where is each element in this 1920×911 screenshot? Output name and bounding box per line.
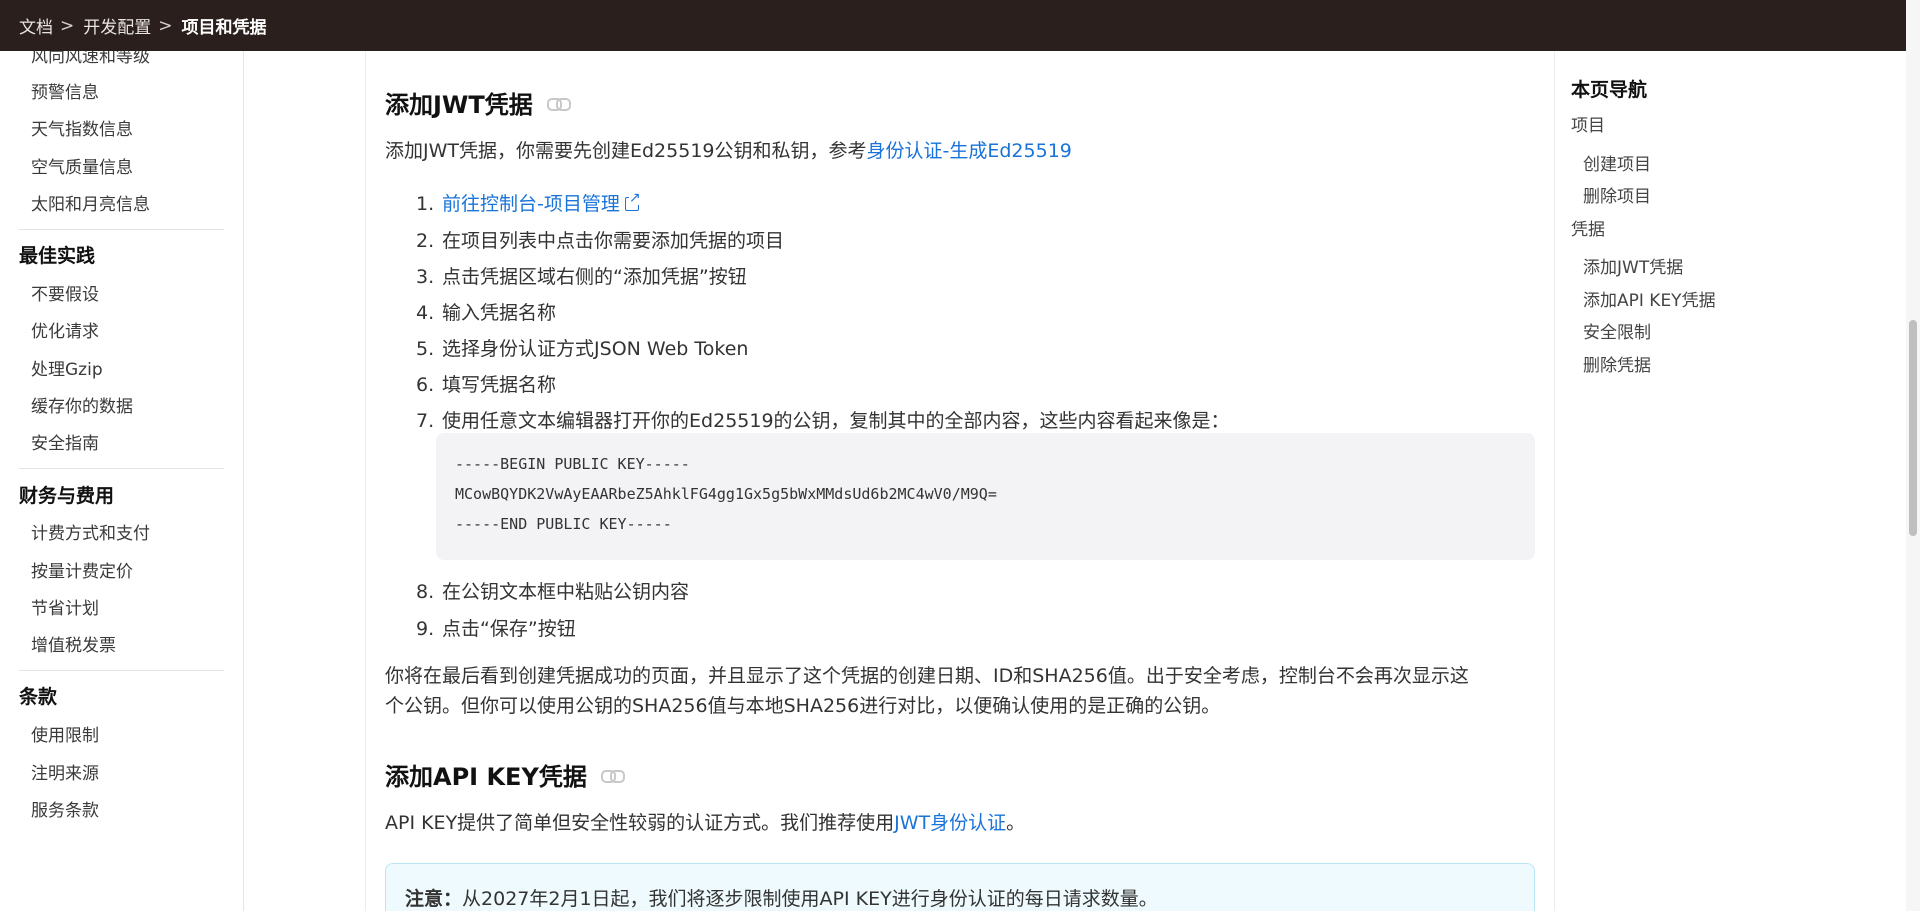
list-item: 6. 填写凭据名称 [416,370,556,397]
sidebar-item-warning[interactable]: 预警信息 [31,78,99,103]
list-item-text: 在公钥文本框中粘贴公钥内容 [442,581,690,603]
sidebar-item-billing[interactable]: 计费方式和支付 [31,519,150,544]
sidebar-group-terms: 条款 [19,686,58,708]
sidebar-item-weather-index[interactable]: 天气指数信息 [31,115,133,140]
jwt-outro-line2: 个公钥。但你可以使用公钥的SHA256值与本地SHA256进行对比，以便确认使用… [385,695,1221,717]
toc-item-delete-project[interactable]: 删除项目 [1583,182,1651,207]
sidebar-item-terms-of-service[interactable]: 服务条款 [31,796,99,821]
list-item: 7. 使用任意文本编辑器打开你的Ed25519的公钥，复制其中的全部内容，这些内… [416,406,1230,433]
heading-text: 添加API KEY凭据 [385,763,587,791]
apikey-intro: API KEY提供了简单但安全性较弱的认证方式。我们推荐使用JWT身份认证。 [385,808,1025,838]
toc-item-delete-credential[interactable]: 删除凭据 [1583,351,1651,376]
sidebar-item-wind[interactable]: 风向风速和等级 [31,51,150,67]
sidebar-divider [19,229,224,230]
list-item: 1. 前往控制台-项目管理 [416,189,641,216]
heading-add-api-key: 添加API KEY凭据 [385,757,625,792]
sidebar-item-pricing[interactable]: 按量计费定价 [31,557,133,582]
list-number: 2. [416,230,435,252]
list-number: 1. [416,193,435,215]
list-number: 7. [416,410,435,432]
sidebar-divider [19,670,224,671]
heading-text: 添加JWT凭据 [385,91,533,119]
scrollbar-thumb[interactable] [1909,320,1917,536]
sidebar-group-best-practices: 最佳实践 [19,245,96,267]
sidebar-group-finance: 财务与费用 [19,485,115,507]
page-scrollbar[interactable] [1906,0,1920,911]
list-item: 3. 点击凭据区域右侧的“添加凭据”按钮 [416,262,747,289]
list-number: 3. [416,266,435,288]
code-line: MCowBQYDK2VwAyEAARbeZ5AhklFG4gg1Gx5g5bWx… [455,485,997,503]
link-anchor-icon[interactable] [546,97,571,111]
toc-item-add-api-key[interactable]: 添加API KEY凭据 [1583,286,1716,311]
note-callout: 注意：从2027年2月1日起，我们将逐步限制使用API KEY进行身份认证的每日… [385,863,1535,911]
list-number: 6. [416,374,435,396]
sidebar-item-security[interactable]: 安全指南 [31,429,99,454]
sidebar-item-no-assume[interactable]: 不要假设 [31,280,99,305]
sidebar-item-attribution[interactable]: 注明来源 [31,759,99,784]
toc-item-add-jwt[interactable]: 添加JWT凭据 [1583,253,1683,278]
list-item: 5. 选择身份认证方式JSON Web Token [416,334,748,361]
sidebar-item-air-quality[interactable]: 空气质量信息 [31,153,133,178]
toc-item-security-limits[interactable]: 安全限制 [1583,318,1651,343]
breadcrumb: 文档 > 开发配置 > 项目和凭据 [0,0,1920,51]
toc-item-create-project[interactable]: 创建项目 [1583,150,1651,175]
link-anchor-icon[interactable] [600,769,625,783]
main-content: 添加JWT凭据 添加JWT凭据，你需要先创建Ed25519公钥和私钥，参考身份认… [365,51,1555,911]
list-number: 4. [416,302,435,324]
sidebar-item-sun-moon[interactable]: 太阳和月亮信息 [31,190,150,215]
external-link-icon[interactable] [624,191,641,211]
jwt-outro-line1: 你将在最后看到创建凭据成功的页面，并且显示了这个凭据的创建日期、ID和SHA25… [385,665,1469,687]
apikey-intro-text: API KEY提供了简单但安全性较弱的认证方式。我们推荐使用 [385,812,895,834]
list-item-text: 使用任意文本编辑器打开你的Ed25519的公钥，复制其中的全部内容，这些内容看起… [442,410,1230,432]
list-number: 5. [416,338,435,360]
list-number: 8. [416,581,435,603]
note-label: 注意： [405,888,463,910]
apikey-intro-suffix: 。 [1006,812,1026,834]
toc-item-projects[interactable]: 项目 [1571,111,1605,136]
list-item: 8. 在公钥文本框中粘贴公钥内容 [416,577,689,604]
code-block-public-key[interactable]: -----BEGIN PUBLIC KEY----- MCowBQYDK2VwA… [436,433,1535,560]
list-item: 9. 点击“保存”按钮 [416,614,576,641]
list-item-text: 填写凭据名称 [442,374,557,396]
list-item-text: 在项目列表中点击你需要添加凭据的项目 [442,230,785,252]
sidebar-item-gzip[interactable]: 处理Gzip [31,355,103,380]
sidebar-item-saving-plan[interactable]: 节省计划 [31,594,99,619]
sidebar-item-cache[interactable]: 缓存你的数据 [31,392,133,417]
link-ed25519-auth[interactable]: 身份认证-生成Ed25519 [867,140,1072,162]
list-item-text: 点击“保存”按钮 [442,618,576,640]
jwt-intro: 添加JWT凭据，你需要先创建Ed25519公钥和私钥，参考身份认证-生成Ed25… [385,136,1072,166]
list-number: 9. [416,618,435,640]
page-toc: 本页导航 项目 创建项目 删除项目 凭据 添加JWT凭据 添加API KEY凭据… [1556,51,1906,911]
code-line: -----END PUBLIC KEY----- [455,515,672,533]
sidebar-divider [19,468,224,469]
breadcrumb-separator: > [158,15,173,36]
breadcrumb-separator: > [60,15,75,36]
link-jwt-auth[interactable]: JWT身份认证 [894,812,1006,834]
link-console-projects[interactable]: 前往控制台-项目管理 [442,193,620,215]
sidebar-item-usage-limits[interactable]: 使用限制 [31,721,99,746]
heading-add-jwt: 添加JWT凭据 [385,85,571,120]
sidebar-item-optimize[interactable]: 优化请求 [31,317,99,342]
list-item: 2. 在项目列表中点击你需要添加凭据的项目 [416,226,784,253]
toc-item-credentials[interactable]: 凭据 [1571,215,1605,240]
list-item-text: 输入凭据名称 [442,302,557,324]
list-item-text: 点击凭据区域右侧的“添加凭据”按钮 [442,266,747,288]
breadcrumb-docs[interactable]: 文档 [19,13,53,38]
code-line: -----BEGIN PUBLIC KEY----- [455,455,690,473]
list-item-text: 选择身份认证方式JSON Web Token [442,338,749,360]
list-item: 4. 输入凭据名称 [416,298,556,325]
breadcrumb-current: 项目和凭据 [181,18,267,38]
note-text: 从2027年2月1日起，我们将逐步限制使用API KEY进行身份认证的每日请求数… [462,888,1158,910]
toc-title: 本页导航 [1571,79,1648,101]
sidebar-nav: 风向风速和等级 预警信息 天气指数信息 空气质量信息 太阳和月亮信息 最佳实践 … [0,51,244,911]
sidebar-item-invoice[interactable]: 增值税发票 [31,631,116,656]
jwt-intro-text: 添加JWT凭据，你需要先创建Ed25519公钥和私钥，参考 [385,140,867,162]
breadcrumb-dev-config[interactable]: 开发配置 [83,13,151,38]
